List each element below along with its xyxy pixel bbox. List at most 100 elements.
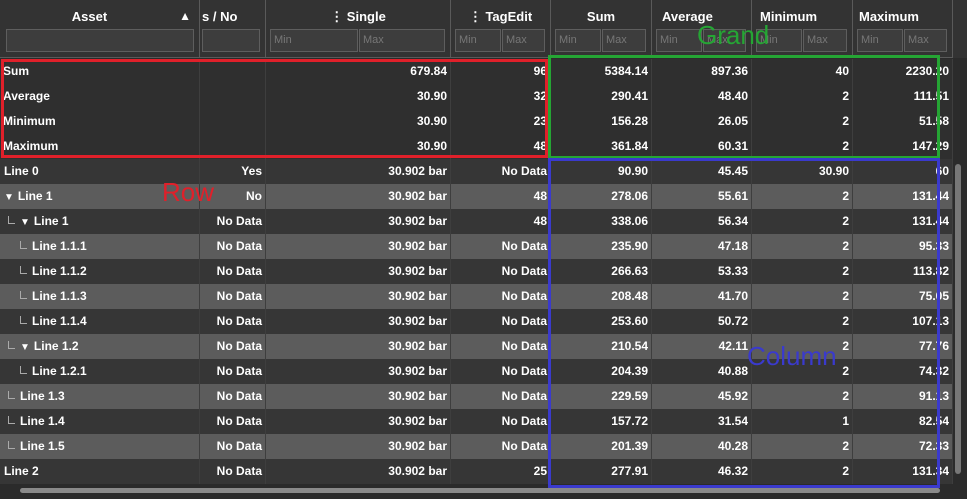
table-row[interactable]: Line 0 Yes 30.902 bar No Data 90.90 45.45 30.9… <box>0 159 953 184</box>
tagedit-max-input[interactable]: Max <box>502 29 545 52</box>
cell-maximum[interactable]: 95.33 <box>853 234 953 259</box>
cell-yesno[interactable]: No Data <box>200 209 266 234</box>
cell-tagedit[interactable]: 48 <box>451 184 551 209</box>
cell-tagedit[interactable]: No Data <box>451 359 551 384</box>
cell-minimum[interactable]: 2 <box>752 184 853 209</box>
cell-single[interactable]: 30.902 bar <box>266 184 451 209</box>
cell-maximum[interactable]: 60 <box>853 159 953 184</box>
cell-single[interactable]: 30.902 bar <box>266 309 451 334</box>
cell-maximum[interactable]: 74.32 <box>853 359 953 384</box>
cell-sum[interactable]: 210.54 <box>551 334 652 359</box>
cell-maximum[interactable]: 51.58 <box>853 109 953 134</box>
cell-tagedit[interactable]: No Data <box>451 384 551 409</box>
maximum-min-input[interactable]: Min <box>857 29 903 52</box>
cell-asset[interactable]: Maximum <box>0 134 200 159</box>
cell-maximum[interactable]: 131.44 <box>853 184 953 209</box>
cell-sum[interactable]: 277.91 <box>551 459 652 484</box>
cell-sum[interactable]: 208.48 <box>551 284 652 309</box>
cell-minimum[interactable]: 2 <box>752 384 853 409</box>
cell-tagedit[interactable]: 48 <box>451 134 551 159</box>
sum-min-input[interactable]: Min <box>555 29 601 52</box>
cell-sum[interactable]: 290.41 <box>551 84 652 109</box>
cell-sum[interactable]: 253.60 <box>551 309 652 334</box>
cell-maximum[interactable]: 111.51 <box>853 84 953 109</box>
cell-tagedit[interactable]: No Data <box>451 409 551 434</box>
cell-single[interactable]: 30.902 bar <box>266 159 451 184</box>
cell-single[interactable]: 30.902 bar <box>266 234 451 259</box>
cell-sum[interactable]: 229.59 <box>551 384 652 409</box>
cell-yesno[interactable]: No Data <box>200 409 266 434</box>
average-min-input[interactable]: Min <box>656 29 702 52</box>
cell-yesno[interactable]: No Data <box>200 434 266 459</box>
header-maximum[interactable]: Maximum Min Max <box>853 0 953 58</box>
cell-single[interactable]: 30.902 bar <box>266 284 451 309</box>
cell-yesno[interactable]: No Data <box>200 234 266 259</box>
cell-sum[interactable]: 361.84 <box>551 134 652 159</box>
cell-single[interactable]: 30.902 bar <box>266 359 451 384</box>
cell-minimum[interactable]: 30.90 <box>752 159 853 184</box>
cell-sum[interactable]: 156.28 <box>551 109 652 134</box>
vertical-scrollbar[interactable] <box>953 160 963 490</box>
cell-asset[interactable]: Line 1.2.1 <box>0 359 200 384</box>
cell-asset[interactable]: Minimum <box>0 109 200 134</box>
cell-minimum[interactable]: 2 <box>752 209 853 234</box>
cell-tagedit[interactable]: No Data <box>451 284 551 309</box>
table-row[interactable]: Line 1.1.4 No Data 30.902 bar No Data 253.60… <box>0 309 953 334</box>
cell-yesno[interactable]: No Data <box>200 384 266 409</box>
cell-minimum[interactable]: 2 <box>752 434 853 459</box>
cell-asset[interactable]: Line 1.1.4 <box>0 309 200 334</box>
cell-maximum[interactable]: 107.13 <box>853 309 953 334</box>
cell-maximum[interactable]: 75.05 <box>853 284 953 309</box>
cell-tagedit[interactable]: No Data <box>451 309 551 334</box>
cell-average[interactable]: 60.31 <box>652 134 752 159</box>
cell-tagedit[interactable]: 96 <box>451 59 551 84</box>
expand-toggle-icon[interactable]: ▼ <box>20 335 30 359</box>
cell-asset[interactable]: Line 1.1.3 <box>0 284 200 309</box>
cell-minimum[interactable]: 2 <box>752 84 853 109</box>
cell-average[interactable]: 40.88 <box>652 359 752 384</box>
cell-asset[interactable]: Line 2 <box>0 459 200 484</box>
cell-tagedit[interactable]: No Data <box>451 259 551 284</box>
expand-toggle-icon[interactable]: ▼ <box>4 185 14 209</box>
cell-average[interactable]: 45.92 <box>652 384 752 409</box>
cell-average[interactable]: 45.45 <box>652 159 752 184</box>
header-sum[interactable]: Sum Min Max <box>551 0 652 58</box>
cell-tagedit[interactable]: No Data <box>451 234 551 259</box>
cell-tagedit[interactable]: No Data <box>451 334 551 359</box>
cell-sum[interactable]: 266.63 <box>551 259 652 284</box>
cell-average[interactable]: 47.18 <box>652 234 752 259</box>
cell-asset[interactable]: Average <box>0 84 200 109</box>
cell-single[interactable]: 30.902 bar <box>266 459 451 484</box>
cell-tagedit[interactable]: 25 <box>451 459 551 484</box>
table-row[interactable]: ▼ Line 1 No Data 30.902 bar 48 338.06 56.34 2 13… <box>0 209 953 234</box>
table-row[interactable]: Line 1.3 No Data 30.902 bar No Data 229.59 45… <box>0 384 953 409</box>
cell-asset[interactable]: ▼ Line 1 <box>0 209 200 234</box>
cell-minimum[interactable]: 2 <box>752 309 853 334</box>
cell-minimum[interactable]: 2 <box>752 234 853 259</box>
cell-average[interactable]: 48.40 <box>652 84 752 109</box>
cell-maximum[interactable]: 77.76 <box>853 334 953 359</box>
cell-tagedit[interactable]: No Data <box>451 434 551 459</box>
cell-yesno[interactable]: No Data <box>200 309 266 334</box>
cell-minimum[interactable]: 2 <box>752 284 853 309</box>
cell-average[interactable]: 50.72 <box>652 309 752 334</box>
cell-yesno[interactable]: No Data <box>200 284 266 309</box>
asset-filter-input[interactable] <box>6 29 194 52</box>
cell-average[interactable]: 31.54 <box>652 409 752 434</box>
cell-average[interactable]: 26.05 <box>652 109 752 134</box>
header-tagedit[interactable]: ⋮ TagEdit Min Max <box>451 0 551 58</box>
table-row[interactable]: Line 1.1.3 No Data 30.902 bar No Data 208.48… <box>0 284 953 309</box>
cell-minimum[interactable]: 40 <box>752 59 853 84</box>
cell-sum[interactable]: 5384.14 <box>551 59 652 84</box>
sort-ascending-icon[interactable]: ▲ <box>179 9 191 23</box>
cell-yesno[interactable]: No Data <box>200 334 266 359</box>
cell-tagedit[interactable]: 23 <box>451 109 551 134</box>
expand-toggle-icon[interactable]: ▼ <box>20 210 30 234</box>
cell-tagedit[interactable]: 32 <box>451 84 551 109</box>
cell-single[interactable]: 30.902 bar <box>266 259 451 284</box>
cell-single[interactable]: 30.902 bar <box>266 384 451 409</box>
cell-asset[interactable]: Line 1.3 <box>0 384 200 409</box>
horizontal-scrollbar-thumb[interactable] <box>20 488 940 493</box>
cell-asset[interactable]: Line 1.1.2 <box>0 259 200 284</box>
cell-minimum[interactable]: 2 <box>752 259 853 284</box>
